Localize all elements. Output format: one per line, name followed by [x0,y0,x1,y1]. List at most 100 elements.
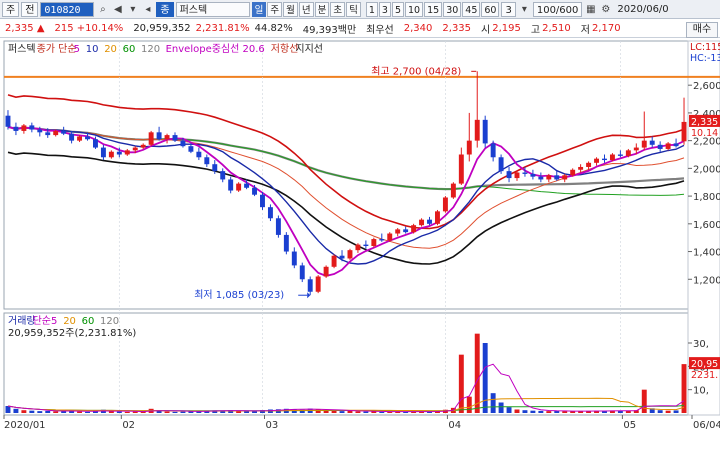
minute-button-4[interactable]: 15 [424,1,443,17]
chart-area[interactable]: 퍼스텍 종가 단순 5 10 20 60 120 Envelope중심선 20.6 저항선 지지선… [0,39,720,459]
current-price: 2,335 ▲ [5,23,45,34]
candle-body [522,172,528,174]
candle-body [13,126,19,131]
minute-button-5[interactable]: 30 [443,1,462,17]
period-button-4[interactable]: 분 [314,1,330,17]
search-icon[interactable]: ⌕ [96,3,109,16]
price-legend-item: 지지선 [295,43,323,55]
volume-bar [323,410,329,413]
chart-icon[interactable]: ▦ [584,3,597,16]
minute-button-7[interactable]: 60 [481,1,500,17]
date-field[interactable]: 2020/06/0 [614,2,671,17]
volume-bar [347,410,353,413]
left-arrow-icon[interactable]: ◂ [141,3,154,16]
minute-button-6[interactable]: 45 [462,1,481,17]
candle-body [586,162,592,167]
volume-bar [474,333,480,413]
volume-tag-label: 20,95 [691,359,718,370]
best-ask: 2,340 [403,23,433,34]
candle-body [609,154,615,161]
candle-body [657,144,663,149]
candle-body [570,169,576,176]
candle-body [355,244,361,251]
volume-bar [29,410,35,413]
price-volume-chart[interactable]: 퍼스텍 종가 단순5 10 20 60 120 Envelope중심선 20.6 저항선지지선… [0,39,720,459]
candle-body [434,211,440,224]
volume-value: 20,959,352 [133,23,191,34]
volume-ratio: 2,231.81% [195,23,250,34]
candle-body [442,197,448,212]
candle-body [331,255,337,267]
candle-body [482,119,488,144]
x-tick-label: 03 [265,420,278,431]
volume-bar [458,354,464,413]
speaker-icon[interactable]: ◀ [111,3,124,16]
minute-button-0[interactable]: 1 [365,1,378,17]
candle-body [275,218,281,235]
candle-body [625,150,631,156]
hc-label: HC:-13 [690,53,720,64]
period-button-3[interactable]: 년 [298,1,314,17]
period-button-5[interactable]: 초 [330,1,346,17]
candle-body [21,125,27,131]
candle-body [458,154,464,184]
high-price-note: 최고 2,700 (04/28) [371,65,461,77]
period-button-2[interactable]: 월 [283,1,298,17]
candle-body [124,150,130,155]
candle-body [594,158,600,163]
settings-icon[interactable]: ⚙ [599,3,612,16]
period-button-1[interactable]: 주 [267,1,283,17]
volume-bar [5,406,11,413]
chevron-down-icon[interactable]: ▾ [126,3,139,16]
stock-code-input[interactable]: 010820 [40,1,95,17]
top-toolbar: 주 전 010820 ⌕ ◀ ▾ ◂ 종 퍼스텍 일주월년분초틱 1 3 5 10 15… [0,0,720,19]
period-buttons: 일주월년분초틱 [251,1,361,17]
minute-button-3[interactable]: 10 [405,1,424,17]
volume-bar [538,410,544,413]
volume-bar [498,402,504,413]
price-y-tick-label: 1,600 [693,220,720,231]
count-field[interactable]: 100/600 [532,1,583,17]
volume-bar [490,393,496,413]
candle-body [196,151,202,158]
market-select[interactable]: 주 [2,1,20,17]
price-y-tick-label: 1,200 [693,275,720,286]
volume-legend-item: 60 [82,316,95,327]
minute-buttons: 1 3 5 10 15 30 45 60 [365,1,500,17]
buy-button[interactable]: 매수 [686,22,718,38]
candle-body [387,233,393,241]
period-button-0[interactable]: 일 [251,1,267,17]
volume-legend-item: 20 [63,316,76,327]
chevron-down-icon[interactable]: ▾ [518,3,531,16]
minute-button-2[interactable]: 5 [391,1,404,17]
price-legend-item: Envelope중심선 20.6 [166,43,265,55]
candle-body [140,144,146,148]
volume-legend-item: 단순 [33,315,51,327]
volume-bar [506,407,512,413]
price-legend-item: 종가 단순 [37,43,77,55]
candle-body [108,151,114,158]
period-button-6[interactable]: 틱 [346,1,361,17]
candle-body [379,239,385,241]
stock-name-field[interactable]: 퍼스텍 [175,1,250,17]
volume-legend-item: 5 [51,316,57,327]
candle-body [53,130,59,136]
volume-bar [570,411,576,413]
candle-body [474,119,480,141]
interval-select[interactable]: 3 [501,1,516,17]
volume-info: 20,959,352주(2,231.81%) [8,328,136,339]
volume-bar [244,411,250,413]
x-axis-area [0,416,720,459]
volume-bar [53,411,59,413]
volume-bar [673,410,679,413]
mode-select[interactable]: 전 [21,1,39,17]
volume-bar [482,343,488,413]
volume-bar [665,410,671,413]
candle-body [649,140,655,145]
candle-body [69,133,75,141]
high-price: 2,510 [542,23,571,34]
candle-body [37,129,43,133]
candle-body [116,151,122,155]
candle-body [323,266,329,277]
minute-button-1[interactable]: 3 [378,1,391,17]
